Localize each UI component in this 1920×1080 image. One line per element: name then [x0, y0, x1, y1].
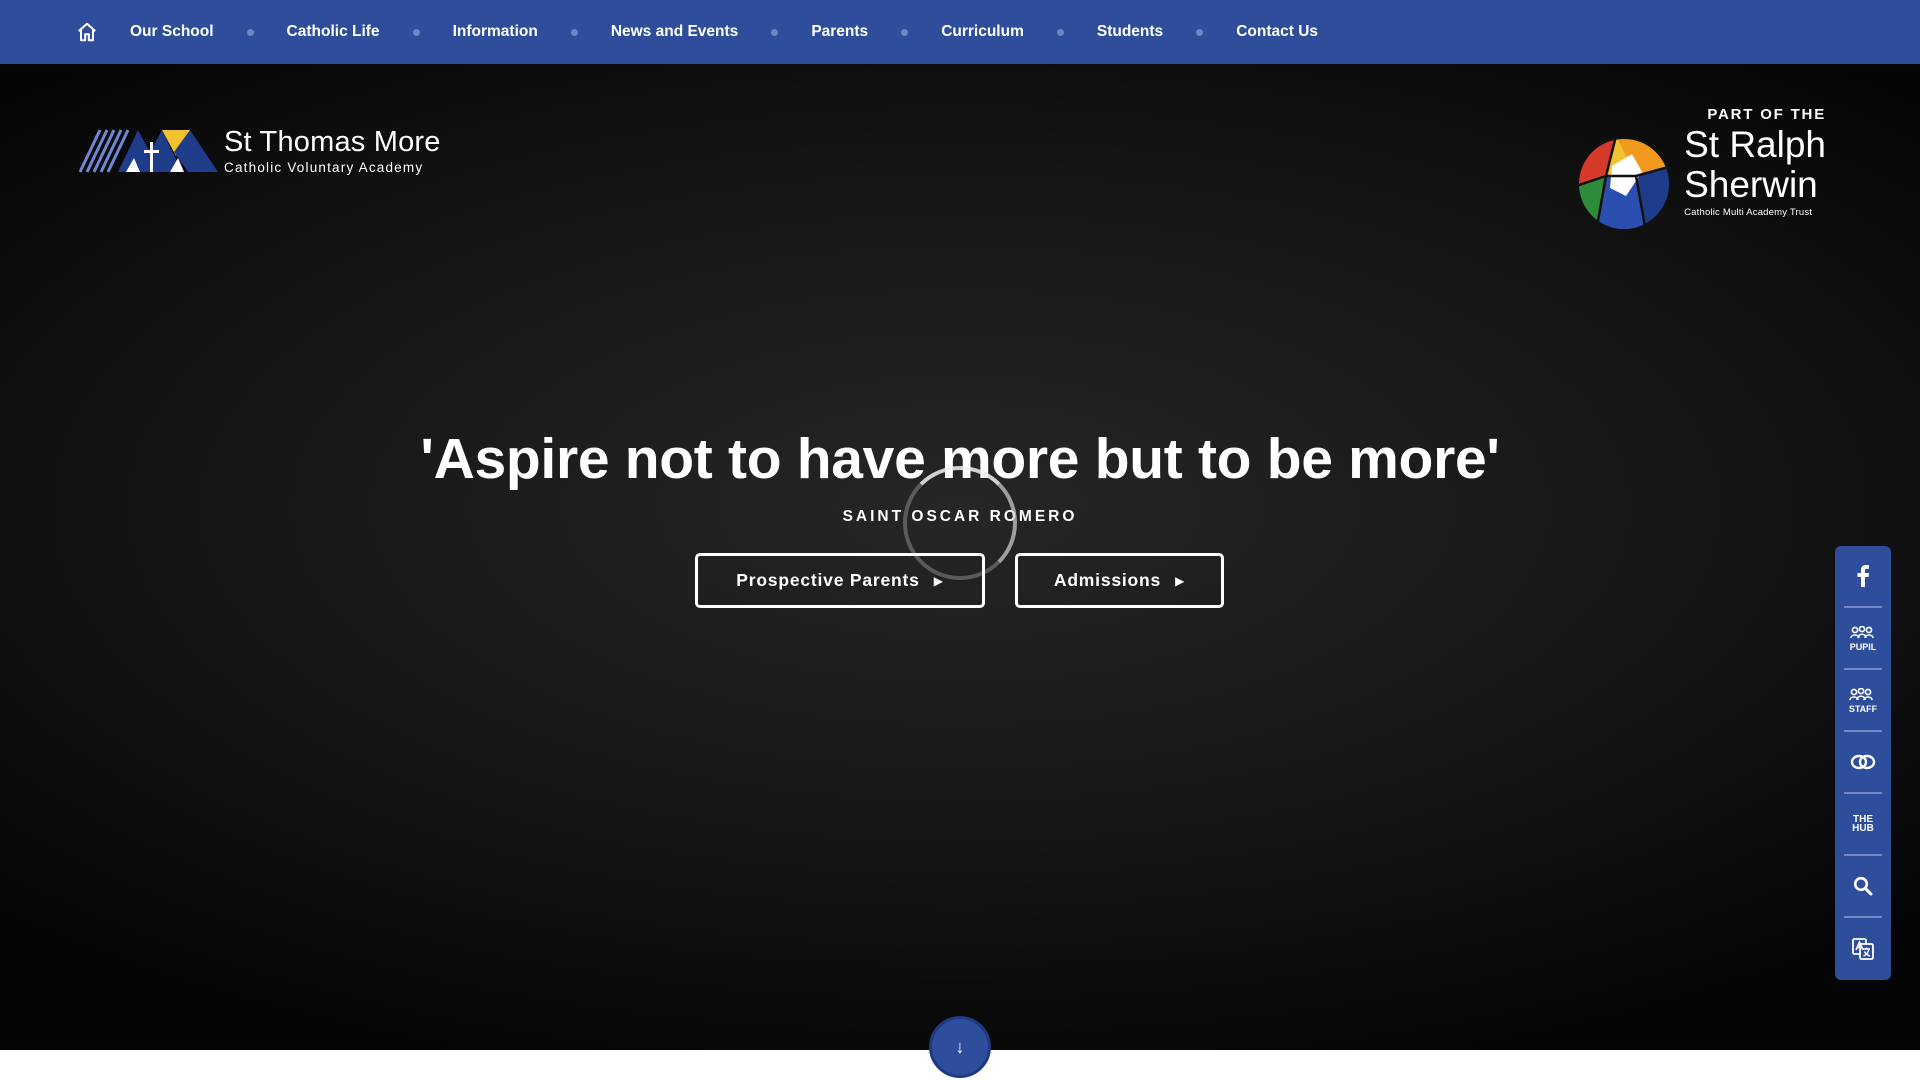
- nav-separator: [570, 28, 578, 36]
- nav-separator: [412, 28, 420, 36]
- trust-subtitle: Catholic Multi Academy Trust: [1684, 207, 1813, 218]
- school-logo[interactable]: St Thomas More Catholic Voluntary Academ…: [78, 126, 441, 175]
- pupil-label: PUPIL: [1849, 642, 1877, 652]
- prospective-parents-label: Prospective Parents: [736, 570, 920, 590]
- trust-part-of-label: PART OF THE: [1707, 106, 1826, 123]
- the-hub-icon: THE HUB: [1852, 815, 1874, 834]
- nav-catholic-life[interactable]: Catholic Life: [287, 23, 380, 41]
- pupil-link[interactable]: PUPIL: [1844, 608, 1882, 670]
- nav-separator: [771, 28, 779, 36]
- play-arrow-icon: ▶: [1175, 573, 1186, 588]
- nav-separator: [1056, 28, 1064, 36]
- nav-students[interactable]: Students: [1097, 23, 1163, 41]
- trust-name-line1: St Ralph: [1684, 124, 1826, 165]
- translate-icon: [1852, 938, 1874, 960]
- hub-label-line2: HUB: [1852, 823, 1874, 834]
- trust-logo[interactable]: PART OF THE St Ralph Sherwin Catholic Mu…: [1576, 92, 1826, 232]
- school-name: St Thomas More: [224, 126, 441, 158]
- pupil-icon: PUPIL: [1849, 625, 1877, 652]
- staff-label: STAFF: [1848, 704, 1878, 714]
- links-link[interactable]: [1844, 732, 1882, 794]
- arrow-down-icon: ↓: [955, 1036, 965, 1057]
- nav-news-and-events[interactable]: News and Events: [611, 23, 739, 41]
- translate-link[interactable]: [1844, 918, 1882, 980]
- facebook-icon: [1857, 565, 1869, 587]
- school-subtitle: Catholic Voluntary Academy: [224, 160, 424, 175]
- the-hub-link[interactable]: THE HUB: [1844, 794, 1882, 856]
- scroll-down-button[interactable]: ↓: [929, 1016, 991, 1078]
- stained-glass-emblem-icon: [1577, 137, 1672, 231]
- admissions-button[interactable]: Admissions ▶: [1015, 553, 1224, 608]
- nav-separator: [901, 28, 909, 36]
- main-navigation: Our School Catholic Life Information New…: [0, 0, 1920, 64]
- staff-icon: STAFF: [1848, 687, 1878, 714]
- nav-separator: [246, 28, 254, 36]
- facebook-link[interactable]: [1844, 546, 1882, 608]
- nav-separator: [1196, 28, 1204, 36]
- link-chain-icon: [1850, 754, 1876, 770]
- play-arrow-icon: ▶: [933, 573, 944, 588]
- hero-banner: St Thomas More Catholic Voluntary Academ…: [0, 64, 1920, 1050]
- staff-link[interactable]: STAFF: [1844, 670, 1882, 732]
- quick-links-rail: PUPIL STAFF THE HUB: [1835, 546, 1891, 980]
- home-icon[interactable]: [74, 19, 100, 45]
- nav-our-school[interactable]: Our School: [130, 23, 214, 41]
- prospective-parents-button[interactable]: Prospective Parents ▶: [695, 553, 985, 608]
- school-crest-icon: [78, 128, 218, 173]
- nav-curriculum[interactable]: Curriculum: [941, 23, 1024, 41]
- nav-contact-us[interactable]: Contact Us: [1236, 23, 1318, 41]
- admissions-label: Admissions: [1053, 570, 1162, 590]
- nav-parents[interactable]: Parents: [811, 23, 868, 41]
- nav-information[interactable]: Information: [453, 23, 538, 41]
- search-link[interactable]: [1844, 856, 1882, 918]
- search-icon: [1853, 876, 1873, 896]
- trust-name-line2: Sherwin: [1684, 164, 1818, 205]
